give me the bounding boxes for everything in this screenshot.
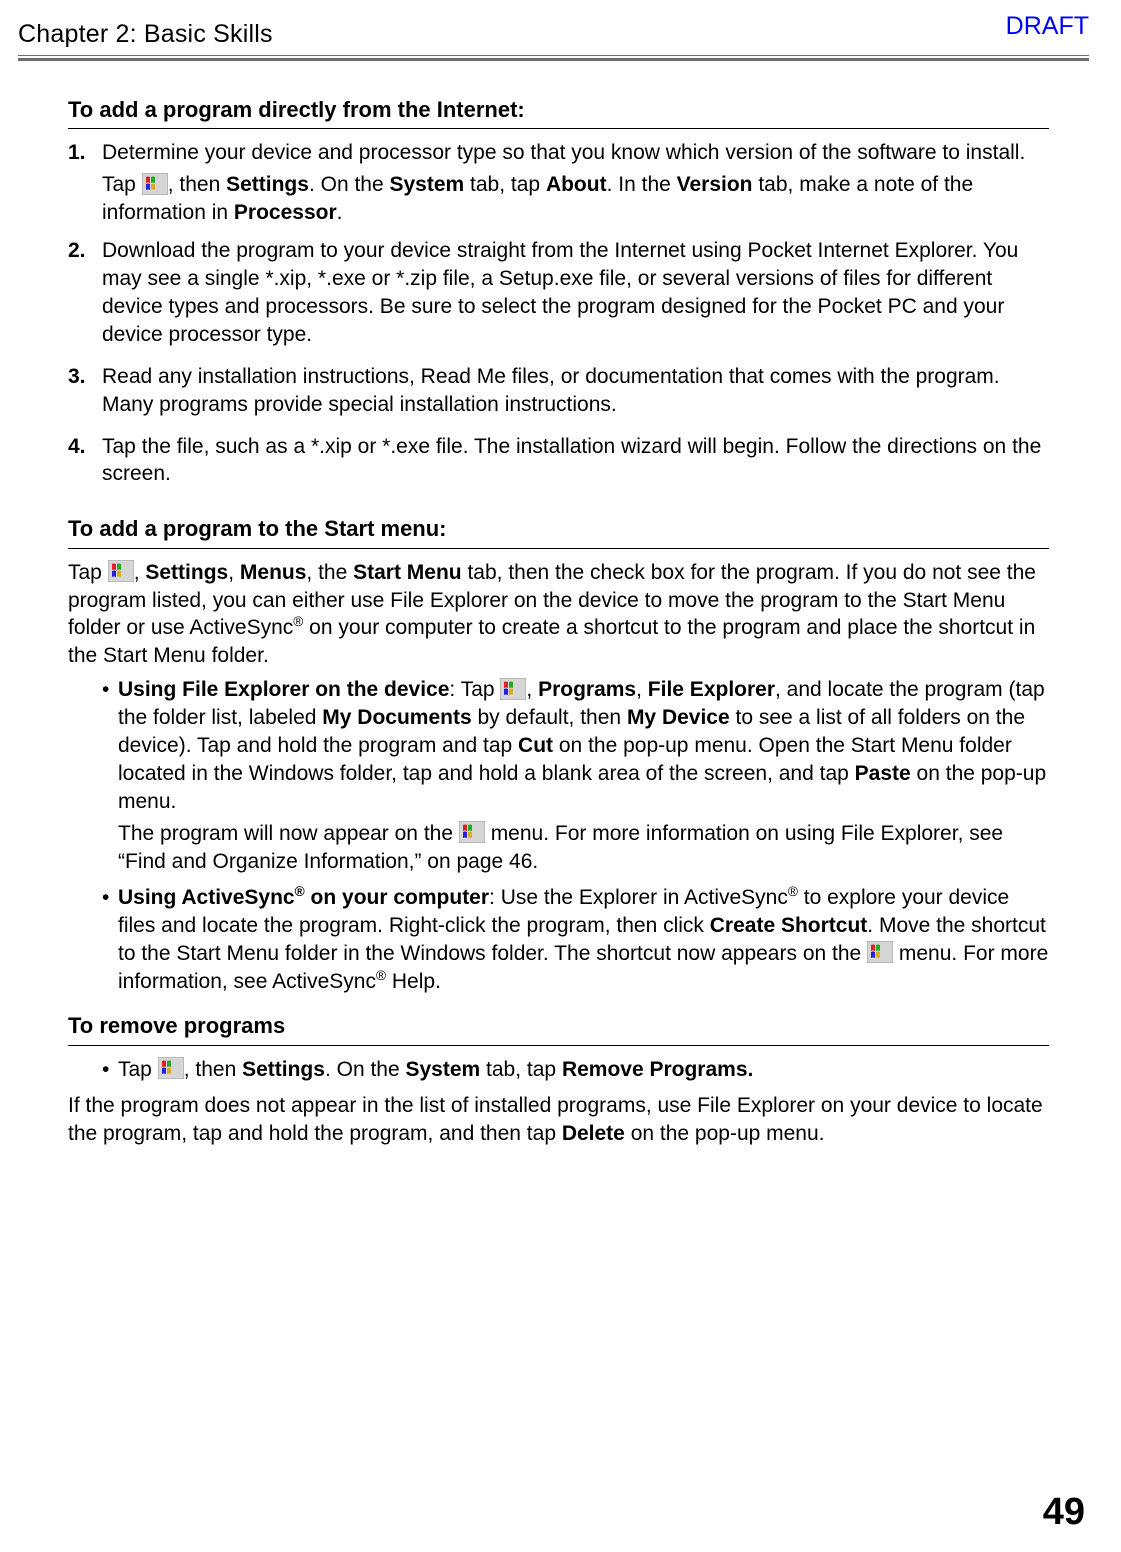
section-rule: [68, 1045, 1049, 1046]
text: tab, tap: [480, 1058, 562, 1081]
text: , the: [306, 561, 353, 584]
step-text: Determine your device and processor type…: [102, 139, 1049, 167]
text: If the program does not appear in the li…: [68, 1094, 1043, 1145]
text: . On the: [325, 1058, 406, 1081]
step-text: Read any installation instructions, Read…: [102, 363, 1049, 419]
bold-paste: Paste: [855, 762, 911, 785]
text: The program will now appear on the: [118, 822, 459, 845]
bold-lead: Using ActiveSync: [118, 886, 295, 909]
text: Tap: [102, 173, 142, 196]
text: : Tap: [449, 678, 500, 701]
section-heading-remove: To remove programs: [68, 1011, 1049, 1040]
bold-lead2: on your computer: [305, 886, 489, 909]
bold-programs: Programs: [538, 678, 636, 701]
bold-settings: Settings: [226, 173, 309, 196]
text: Help.: [386, 970, 441, 993]
bold-my-documents: My Documents: [322, 706, 471, 729]
bullet-dot: •: [102, 884, 118, 996]
intro-paragraph: Tap , Settings, Menus, the Start Menu ta…: [68, 559, 1049, 671]
bullet-list-remove: • Tap , then Settings. On the System tab…: [102, 1056, 1049, 1084]
step-text: Tap the file, such as a *.xip or *.exe f…: [102, 433, 1049, 489]
bold-processor: Processor: [234, 201, 337, 224]
bullet-activesync: • Using ActiveSync® on your computer: Us…: [102, 884, 1049, 996]
bullet-text: Using ActiveSync® on your computer: Use …: [118, 884, 1049, 996]
text: ,: [228, 561, 240, 584]
text: . On the: [309, 173, 390, 196]
bold-file-explorer: File Explorer: [648, 678, 775, 701]
step-text: Download the program to your device stra…: [102, 237, 1049, 349]
start-flag-icon: [158, 1057, 184, 1079]
start-flag-icon: [108, 560, 134, 582]
bold-start-menu: Start Menu: [353, 561, 462, 584]
section-heading-add-start-menu: To add a program to the Start menu:: [68, 514, 1049, 543]
bullet-list: • Using File Explorer on the device: Tap…: [102, 676, 1049, 995]
bold-system: System: [389, 173, 464, 196]
step-2: 2. Download the program to your device s…: [68, 237, 1049, 353]
bold-my-device: My Device: [627, 706, 730, 729]
start-flag-icon: [459, 821, 485, 843]
bold-create-shortcut: Create Shortcut: [710, 914, 868, 937]
step-3: 3. Read any installation instructions, R…: [68, 363, 1049, 423]
start-flag-icon: [142, 173, 168, 195]
text: .: [337, 201, 343, 224]
bold-system: System: [405, 1058, 480, 1081]
bullet-file-explorer: • Using File Explorer on the device: Tap…: [102, 676, 1049, 875]
registered-symbol: ®: [376, 968, 386, 983]
draft-watermark: DRAFT: [1006, 12, 1089, 41]
step-number: 2.: [68, 237, 102, 353]
text: , then: [168, 173, 226, 196]
bold-cut: Cut: [518, 734, 553, 757]
text: Tap: [68, 561, 108, 584]
step-number: 3.: [68, 363, 102, 423]
page-number: 49: [1043, 1491, 1085, 1534]
registered-symbol: ®: [788, 884, 798, 899]
chapter-title: Chapter 2: Basic Skills: [18, 20, 273, 49]
steps-list: 1. Determine your device and processor t…: [68, 139, 1049, 492]
text: ,: [636, 678, 648, 701]
bold-version: Version: [677, 173, 753, 196]
text: tab, tap: [464, 173, 546, 196]
bullet-text-2: The program will now appear on the menu.…: [118, 820, 1049, 876]
start-flag-icon: [500, 678, 526, 700]
bullet-text: Using File Explorer on the device: Tap ,…: [118, 676, 1049, 816]
bold-delete: Delete: [562, 1122, 625, 1145]
registered-symbol: ®: [295, 884, 305, 899]
bullet-text: Tap , then Settings. On the System tab, …: [118, 1056, 1049, 1084]
step-4: 4. Tap the file, such as a *.xip or *.ex…: [68, 433, 1049, 493]
remove-after-paragraph: If the program does not appear in the li…: [68, 1092, 1049, 1148]
bullet-dot: •: [102, 1056, 118, 1084]
step-text: Tap , then Settings. On the System tab, …: [102, 171, 1049, 227]
text: . In the: [607, 173, 677, 196]
text: ,: [134, 561, 146, 584]
bold-menus: Menus: [240, 561, 307, 584]
bullet-dot: •: [102, 676, 118, 875]
step-1: 1. Determine your device and processor t…: [68, 139, 1049, 227]
section-rule: [68, 128, 1049, 129]
text: : Use the Explorer in ActiveSync: [489, 886, 788, 909]
bold-about: About: [546, 173, 607, 196]
text: , then: [184, 1058, 242, 1081]
section-heading-add-internet: To add a program directly from the Inter…: [68, 95, 1049, 124]
start-flag-icon: [867, 941, 893, 963]
bold-settings: Settings: [242, 1058, 325, 1081]
bullet-remove: • Tap , then Settings. On the System tab…: [102, 1056, 1049, 1084]
bold-settings: Settings: [145, 561, 228, 584]
bold-remove-programs: Remove Programs.: [562, 1058, 753, 1081]
section-rule: [68, 548, 1049, 549]
step-number: 4.: [68, 433, 102, 493]
bold-lead: Using File Explorer on the device: [118, 678, 449, 701]
text: ,: [526, 678, 538, 701]
text: by default, then: [472, 706, 627, 729]
text: Tap: [118, 1058, 158, 1081]
registered-symbol: ®: [293, 614, 303, 629]
step-number: 1.: [68, 139, 102, 227]
text: on the pop-up menu.: [625, 1122, 825, 1145]
